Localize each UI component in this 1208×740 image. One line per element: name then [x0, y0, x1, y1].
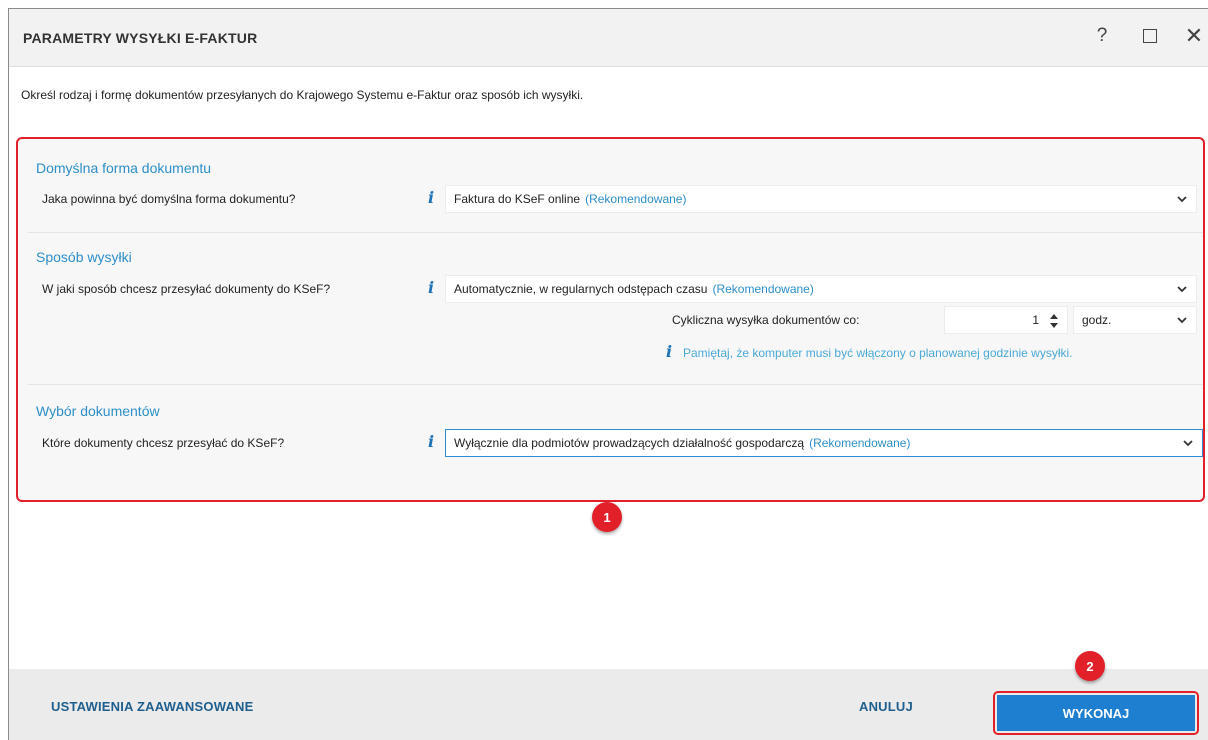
maximize-icon [1143, 29, 1157, 43]
shipping-parameters-dialog: PARAMETRY WYSYŁKI E-FAKTUR ? ✕ Określ ro… [8, 8, 1208, 740]
settings-panel: Domyślna forma dokumentu Jaka powinna by… [16, 137, 1205, 502]
chevron-down-icon [1177, 196, 1187, 203]
help-button[interactable]: ? [1089, 23, 1115, 49]
recommended-tag: (Rekomendowane) [712, 282, 814, 296]
recommended-tag: (Rekomendowane) [585, 192, 687, 206]
stepper-arrows-icon[interactable] [1049, 313, 1059, 329]
document-selection-label: Które dokumenty chcesz przesyłać do KSeF… [42, 436, 285, 450]
document-selection-value: Wyłącznie dla podmiotów prowadzących dzi… [454, 436, 805, 450]
advanced-settings-button[interactable]: USTAWIENIA ZAAWANSOWANE [51, 699, 254, 714]
info-icon[interactable]: i [428, 188, 434, 207]
document-form-label: Jaka powinna być domyślna forma dokument… [42, 192, 296, 206]
execute-button-highlight: WYKONAJ [993, 691, 1199, 735]
chevron-down-icon [1177, 286, 1187, 293]
shipping-method-label: W jaki sposób chcesz przesyłać dokumenty… [42, 282, 331, 296]
shipping-method-select[interactable]: Automatycznie, w regularnych odstępach c… [445, 275, 1197, 303]
step-badge-2: 2 [1075, 651, 1105, 681]
info-icon[interactable]: i [428, 278, 434, 297]
info-icon[interactable]: i [428, 432, 434, 451]
step-badge-1: 1 [592, 502, 622, 532]
cycle-interval-label: Cykliczna wysyłka dokumentów co: [672, 313, 860, 327]
section-title-shipping-method: Sposób wysyłki [36, 249, 132, 265]
close-button[interactable]: ✕ [1181, 23, 1207, 49]
section-shipping-method: Sposób wysyłki W jaki sposób chcesz prze… [22, 233, 1201, 383]
section-title-document-selection: Wybór dokumentów [36, 403, 160, 419]
chevron-down-icon [1177, 317, 1187, 324]
chevron-down-icon [1183, 440, 1193, 447]
section-document-selection: Wybór dokumentów Które dokumenty chcesz … [22, 385, 1203, 475]
cycle-interval-value: 1 [1032, 313, 1039, 327]
cycle-unit-select[interactable]: godz. [1073, 306, 1197, 334]
section-document-form: Domyślna forma dokumentu Jaka powinna by… [22, 143, 1201, 231]
shipping-hint: Pamiętaj, że komputer musi być włączony … [683, 346, 1073, 360]
recommended-tag: (Rekomendowane) [809, 436, 911, 450]
section-title-document-form: Domyślna forma dokumentu [36, 160, 212, 176]
execute-button[interactable]: WYKONAJ [997, 695, 1195, 731]
shipping-method-value: Automatycznie, w regularnych odstępach c… [454, 282, 708, 296]
cycle-interval-stepper[interactable]: 1 [944, 306, 1068, 334]
dialog-title: PARAMETRY WYSYŁKI E-FAKTUR [23, 30, 258, 46]
info-icon: i [666, 342, 673, 361]
dialog-description: Określ rodzaj i formę dokumentów przesył… [21, 88, 584, 102]
document-selection-select[interactable]: Wyłącznie dla podmiotów prowadzących dzi… [445, 429, 1203, 457]
cancel-button[interactable]: ANULUJ [859, 699, 913, 714]
maximize-button[interactable] [1137, 23, 1163, 49]
document-form-select[interactable]: Faktura do KSeF online (Rekomendowane) [445, 185, 1197, 213]
title-bar: PARAMETRY WYSYŁKI E-FAKTUR ? ✕ [9, 9, 1208, 67]
document-form-value: Faktura do KSeF online [454, 192, 581, 206]
cycle-unit-value: godz. [1082, 313, 1112, 327]
